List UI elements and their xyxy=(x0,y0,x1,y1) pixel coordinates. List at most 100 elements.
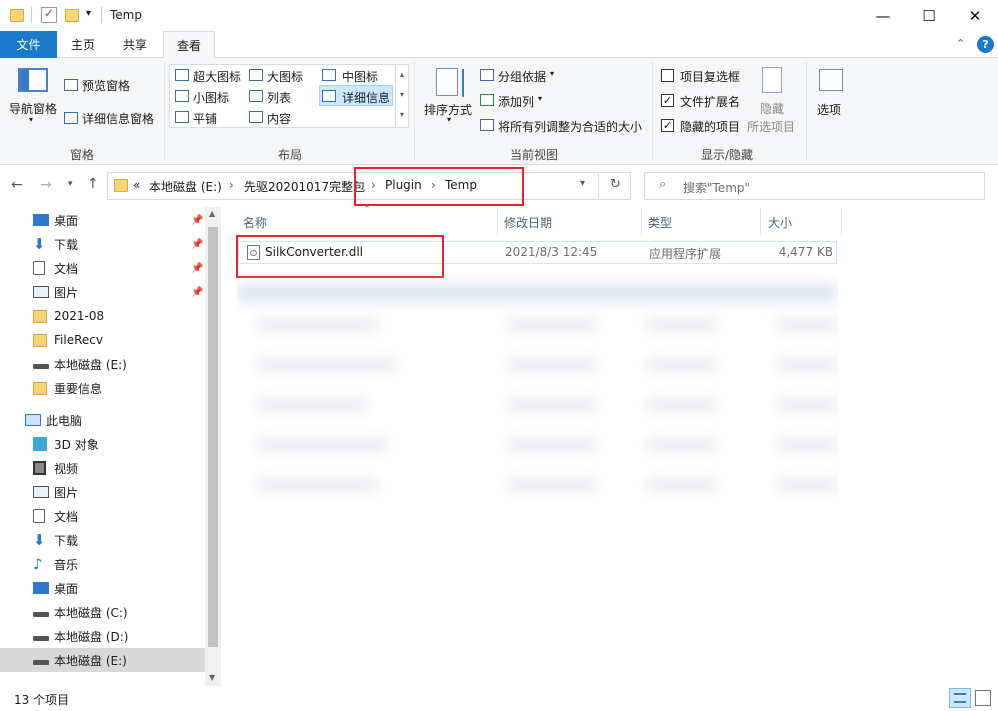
divider xyxy=(101,7,102,23)
breadcrumb-drive-e[interactable]: 本地磁盘 (E:) xyxy=(149,178,222,195)
layout-large-icons[interactable]: 大图标 xyxy=(267,68,303,85)
close-button[interactable]: ✕ xyxy=(952,0,998,31)
column-header-type[interactable]: 类型 xyxy=(648,214,672,231)
large-icons-icon xyxy=(249,69,263,81)
divider xyxy=(414,62,415,160)
group-label-panes: 窗格 xyxy=(70,148,95,162)
large-icons-view-button[interactable] xyxy=(975,690,991,706)
video-icon xyxy=(33,461,46,475)
nav-quick-filerecv[interactable]: FileRecv xyxy=(0,328,205,352)
nav-quick-desktop[interactable]: 桌面 📌 xyxy=(0,208,205,232)
nav-scrollbar[interactable]: ▲ ▼ xyxy=(205,207,221,686)
minimize-button[interactable]: — xyxy=(860,0,906,31)
properties-icon[interactable]: ✓ xyxy=(41,6,57,23)
nav-quick-2021-08[interactable]: 2021-08 xyxy=(0,304,205,328)
breadcrumb-package[interactable]: 先驱20201017完整包 xyxy=(244,178,365,195)
add-columns-button[interactable]: 添加列 xyxy=(498,93,534,110)
collapse-ribbon-icon[interactable]: ⌃ xyxy=(956,37,965,50)
file-modified: 2021/8/3 12:45 xyxy=(505,245,598,259)
details-view-button[interactable] xyxy=(949,688,971,708)
drive-icon xyxy=(33,660,49,665)
hide-selected-button[interactable]: 隐藏 xyxy=(760,100,784,117)
column-header-modified[interactable]: 修改日期 xyxy=(504,214,552,231)
tab-view[interactable]: 查看 xyxy=(163,31,215,59)
new-folder-icon[interactable] xyxy=(65,9,79,22)
options-icon xyxy=(819,69,843,91)
nav-3d-objects[interactable]: 3D 对象 xyxy=(0,432,205,456)
group-by-button[interactable]: 分组依据 xyxy=(498,68,546,85)
nav-quick-documents[interactable]: 文档 📌 xyxy=(0,256,205,280)
layout-tiles[interactable]: 平铺 xyxy=(193,110,217,127)
up-icon[interactable]: ↑ xyxy=(87,176,99,192)
desktop-icon xyxy=(33,214,49,226)
refresh-icon[interactable]: ↻ xyxy=(610,177,621,192)
nav-documents[interactable]: 文档 xyxy=(0,504,205,528)
folder-icon xyxy=(33,381,47,395)
options-button[interactable]: 选项 xyxy=(817,101,841,118)
file-extensions-checkbox[interactable]: ✓ xyxy=(661,94,674,107)
title-bar: ✓ ▾ Temp — ☐ ✕ xyxy=(0,0,998,31)
divider xyxy=(806,62,807,160)
tab-home[interactable]: 主页 xyxy=(57,31,109,58)
extra-large-icons-icon xyxy=(175,69,189,81)
highlight-box-address xyxy=(354,167,524,206)
forward-icon[interactable]: → xyxy=(40,177,52,193)
hidden-items-checkbox[interactable]: ✓ xyxy=(661,119,674,132)
quick-access-dropdown[interactable]: ▾ xyxy=(86,8,91,19)
details-pane-button[interactable]: 详细信息窗格 xyxy=(82,110,154,127)
scroll-down-icon[interactable]: ▼ xyxy=(209,673,215,682)
layout-extra-large-icons[interactable]: 超大图标 xyxy=(193,68,241,85)
tab-share[interactable]: 共享 xyxy=(109,31,161,58)
pictures-icon xyxy=(33,486,49,498)
music-icon: ♪ xyxy=(33,555,43,573)
small-icons-icon xyxy=(175,90,189,102)
recent-locations-icon[interactable]: ▾ xyxy=(68,179,73,189)
layout-details[interactable]: 详细信息 xyxy=(342,89,390,106)
maximize-button[interactable]: ☐ xyxy=(906,0,952,31)
divider xyxy=(31,7,32,23)
divider xyxy=(841,208,842,235)
nav-quick-downloads[interactable]: ⬇ 下载 📌 xyxy=(0,232,205,256)
tab-file[interactable]: 文件 xyxy=(0,31,57,58)
address-dropdown-icon[interactable]: ▾ xyxy=(580,178,585,189)
search-input[interactable]: 搜索"Temp" xyxy=(683,179,750,196)
close-icon: ✕ xyxy=(968,6,982,25)
nav-quick-pictures[interactable]: 图片 📌 xyxy=(0,280,205,304)
column-header-name[interactable]: 名称 xyxy=(243,214,267,231)
status-bar: 13 个项目 xyxy=(0,686,998,711)
size-columns-button[interactable]: 将所有列调整为合适的大小 xyxy=(498,118,642,135)
item-checkboxes-checkbox[interactable] xyxy=(661,69,674,82)
nav-pictures[interactable]: 图片 xyxy=(0,480,205,504)
layout-list[interactable]: 列表 xyxy=(267,89,291,106)
medium-icons-icon xyxy=(322,69,336,81)
nav-quick-drive-e[interactable]: 本地磁盘 (E:) xyxy=(0,352,205,376)
nav-drive-e[interactable]: 本地磁盘 (E:) xyxy=(0,648,205,672)
scroll-up-icon[interactable]: ▲ xyxy=(209,209,215,218)
nav-videos[interactable]: 视频 xyxy=(0,456,205,480)
column-header-size[interactable]: 大小 xyxy=(768,214,792,231)
nav-quick-important[interactable]: 重要信息 xyxy=(0,376,205,400)
window-title: Temp xyxy=(110,8,142,22)
nav-desktop[interactable]: 桌面 xyxy=(0,576,205,600)
item-checkboxes-label: 项目复选框 xyxy=(680,70,741,84)
search-box[interactable]: ⌕ 搜索"Temp" xyxy=(644,172,985,200)
download-icon: ⬇ xyxy=(33,235,46,253)
gallery-scroll[interactable]: ▴ ▾ ▾ xyxy=(395,65,408,127)
layout-small-icons[interactable]: 小图标 xyxy=(193,89,229,106)
breadcrumb-overflow[interactable]: « xyxy=(133,178,140,192)
nav-drive-d[interactable]: 本地磁盘 (D:) xyxy=(0,624,205,648)
layout-content[interactable]: 内容 xyxy=(267,110,291,127)
nav-downloads[interactable]: ⬇ 下载 xyxy=(0,528,205,552)
help-icon[interactable]: ? xyxy=(977,36,994,53)
hide-selected-icon xyxy=(762,67,782,93)
scroll-thumb[interactable] xyxy=(208,227,218,647)
group-label-show-hide: 显示/隐藏 xyxy=(701,148,754,162)
back-icon[interactable]: ← xyxy=(11,177,23,193)
add-columns-icon xyxy=(480,94,494,106)
nav-this-pc[interactable]: 此电脑 xyxy=(0,408,205,432)
nav-music[interactable]: ♪ 音乐 xyxy=(0,552,205,576)
preview-pane-button[interactable]: 预览窗格 xyxy=(82,77,130,94)
chevron-right-icon[interactable]: › xyxy=(229,178,234,192)
nav-drive-c[interactable]: 本地磁盘 (C:) xyxy=(0,600,205,624)
layout-medium-icons[interactable]: 中图标 xyxy=(342,68,378,85)
